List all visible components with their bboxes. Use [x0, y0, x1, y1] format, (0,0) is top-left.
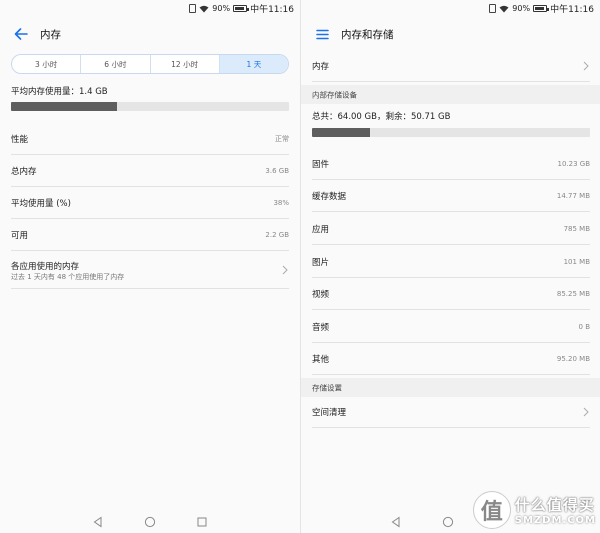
row-label: 其他 [312, 354, 330, 365]
row-label: 总内存 [11, 166, 37, 177]
row-label: 性能 [11, 134, 29, 145]
recents-square-icon[interactable] [195, 515, 209, 529]
status-time: 中午11:16 [250, 5, 294, 15]
row-space-cleanup[interactable]: 空间清理 [312, 396, 590, 428]
back-arrow-icon[interactable] [6, 19, 36, 49]
row-label: 平均使用量 (%) [11, 198, 71, 209]
row-value: 2.2 GB [265, 230, 289, 239]
storage-usage-bar [312, 128, 590, 137]
wifi-icon [199, 5, 209, 12]
vibrate-icon [189, 4, 197, 13]
tab-6-hours[interactable]: 6 小时 [81, 55, 151, 73]
home-circle-icon[interactable] [441, 515, 455, 529]
storage-screen: 90% 中午11:16 内存和存储 内存 内部存储设备 总共：64.00 GB，… [300, 0, 600, 533]
vibrate-icon [489, 4, 497, 13]
row-videos[interactable]: 视频 85.25 MB [312, 278, 590, 310]
watermark-cn: 什么值得买 [514, 496, 595, 514]
status-time: 中午11:16 [550, 5, 594, 15]
battery-percent: 90% [212, 4, 231, 13]
back-triangle-icon[interactable] [389, 515, 403, 529]
page-title: 内存 [40, 28, 61, 41]
wifi-icon [499, 5, 509, 12]
back-triangle-icon[interactable] [91, 515, 105, 529]
section-title: 存储设置 [312, 383, 342, 392]
row-label: 应用 [312, 224, 330, 235]
storage-summary: 总共：64.00 GB，剩余：50.71 GB [312, 112, 451, 122]
row-cache[interactable]: 缓存数据 14.77 MB [312, 180, 590, 212]
row-pictures[interactable]: 图片 101 MB [312, 246, 590, 278]
row-value: 38% [273, 198, 289, 207]
row-label: 缓存数据 [312, 191, 347, 202]
row-label: 音频 [312, 322, 330, 333]
tab-12-hours[interactable]: 12 小时 [151, 55, 220, 73]
menu-icon[interactable] [307, 19, 337, 49]
row-label: 各应用使用的内存 [11, 262, 80, 272]
chevron-right-icon [583, 61, 589, 70]
row-total-memory: 总内存 3.6 GB [11, 155, 289, 187]
row-audio[interactable]: 音频 0 B [312, 311, 590, 343]
row-label: 空间清理 [312, 407, 347, 418]
row-label: 可用 [11, 230, 29, 241]
battery-icon [533, 5, 550, 12]
watermark-en: SMZDM.COM [514, 515, 596, 526]
row-available: 可用 2.2 GB [11, 219, 289, 251]
avg-memory-usage-label: 平均内存使用量：1.4 GB [11, 87, 108, 97]
row-performance: 性能 正常 [11, 123, 289, 155]
smzdm-watermark: 值 什么值得买 SMZDM.COM [472, 491, 596, 529]
chevron-right-icon [282, 265, 288, 274]
row-app-memory[interactable]: 各应用使用的内存 过去 1 天内有 48 个应用使用了内存 [11, 251, 289, 289]
time-range-tabs: 3 小时 6 小时 12 小时 1 天 [11, 54, 289, 74]
section-storage-settings: 存储设置 [301, 378, 600, 397]
memory-screen: 90% 中午11:16 内存 3 小时 6 小时 12 小时 1 天 平均内存使… [0, 0, 300, 533]
row-value: 0 B [578, 322, 590, 331]
row-label: 内存 [312, 61, 330, 72]
row-label: 图片 [312, 257, 330, 268]
row-label: 视频 [312, 289, 330, 300]
row-value: 14.77 MB [556, 191, 590, 200]
row-memory[interactable]: 内存 [312, 50, 590, 82]
battery-percent: 90% [512, 4, 531, 13]
row-apps[interactable]: 应用 785 MB [312, 213, 590, 245]
system-nav-bar [0, 510, 300, 533]
row-value: 101 MB [563, 257, 590, 266]
battery-icon [233, 5, 250, 12]
row-firmware[interactable]: 固件 10.23 GB [312, 148, 590, 180]
row-value: 正常 [275, 134, 289, 143]
home-circle-icon[interactable] [143, 515, 157, 529]
row-value: 10.23 GB [557, 159, 591, 168]
storage-usage-fill [312, 128, 371, 137]
row-average-usage: 平均使用量 (%) 38% [11, 187, 289, 219]
page-title: 内存和存储 [341, 28, 394, 41]
row-other[interactable]: 其他 95.20 MB [312, 343, 590, 375]
watermark-badge: 值 [472, 491, 511, 529]
memory-usage-fill [11, 102, 117, 111]
tab-3-hours[interactable]: 3 小时 [12, 55, 82, 73]
row-label: 固件 [312, 159, 330, 170]
row-value: 785 MB [563, 224, 590, 233]
row-subtitle: 过去 1 天内有 48 个应用使用了内存 [11, 273, 125, 281]
status-bar: 90% 中午11:16 [0, 0, 300, 16]
section-title: 内部存储设备 [312, 90, 357, 99]
memory-usage-bar [11, 102, 289, 111]
row-value: 95.20 MB [556, 354, 590, 363]
chevron-right-icon [583, 407, 589, 416]
row-value: 85.25 MB [556, 289, 590, 298]
tab-1-day[interactable]: 1 天 [219, 55, 288, 73]
section-internal-storage: 内部存储设备 [301, 85, 600, 104]
row-value: 3.6 GB [265, 166, 289, 175]
status-bar: 90% 中午11:16 [301, 0, 600, 16]
